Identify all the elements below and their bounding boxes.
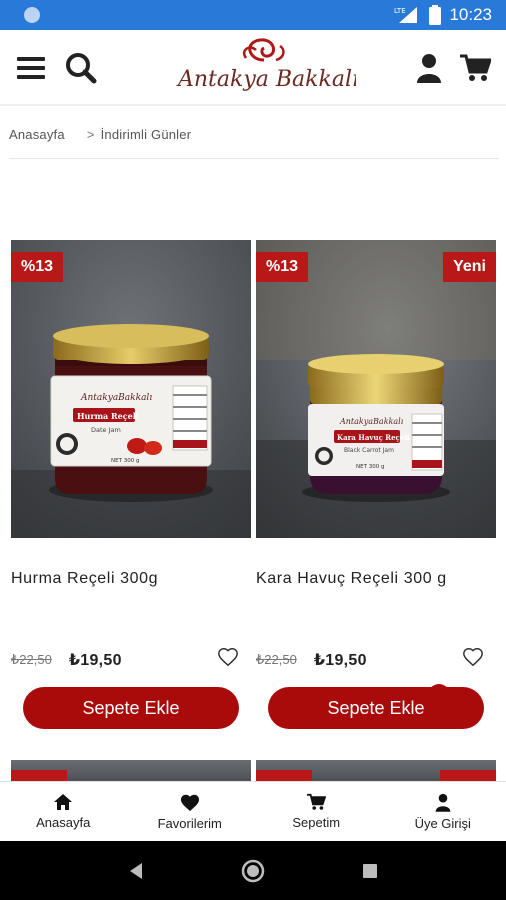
breadcrumb-separator: > (86, 126, 95, 142)
heart-icon[interactable] (462, 646, 484, 668)
search-icon[interactable] (64, 52, 98, 84)
app-header: Antakya Bakkalı (0, 30, 506, 106)
price-row: ₺22,50 ₺19,50 (256, 648, 484, 670)
home-button-icon[interactable] (241, 859, 265, 883)
jar-brand-text: AntakyaBakkalı (80, 393, 152, 403)
jar-weight-text: NET 300 g (111, 458, 139, 464)
discount-badge: %13 (256, 252, 309, 282)
discount-badge: %13 (11, 252, 64, 282)
nav-label: Anasayfa (36, 815, 91, 830)
status-icons: LTE 10:23 (393, 5, 492, 25)
home-icon (54, 794, 73, 810)
breadcrumb-current: İndirimli Günler (100, 126, 192, 142)
price-row: ₺22,50 ₺19,50 (11, 648, 239, 670)
product-image-peek[interactable] (11, 760, 251, 782)
recents-icon[interactable] (362, 863, 378, 879)
cart-icon (307, 793, 327, 810)
nav-label: Sepetim (292, 815, 341, 830)
product-image-peek[interactable] (256, 760, 496, 782)
jar-label-text: Hurma Reçeli (77, 411, 139, 421)
status-time: 10:23 (449, 5, 492, 24)
user-icon (435, 793, 451, 812)
network-type-label: LTE (394, 7, 406, 15)
heart-icon (180, 794, 199, 811)
current-price: ₺19,50 (68, 652, 122, 669)
brand-name: Antakya Bakkalı (176, 67, 356, 92)
product-title[interactable]: Hurma Reçeli 300g (11, 570, 158, 588)
heart-icon[interactable] (217, 646, 239, 668)
breadcrumb-home-link[interactable]: Anasayfa (9, 127, 65, 142)
add-to-cart-button[interactable]: Sepete Ekle (268, 687, 484, 729)
nav-login[interactable]: Üye Girişi (380, 782, 506, 841)
jar-label-text: Kara Havuç Reçeli (337, 433, 410, 442)
product-image[interactable]: AntakyaBakkalı Hurma Reçeli Date Jam NET… (11, 240, 251, 538)
add-to-cart-button[interactable]: Sepete Ekle (23, 687, 239, 729)
battery-icon (429, 5, 442, 25)
back-icon[interactable] (128, 862, 144, 880)
breadcrumb: Anasayfa > İndirimli Günler (0, 110, 506, 158)
nav-home[interactable]: Anasayfa (0, 782, 127, 841)
nav-label: Favorilerim (157, 815, 222, 831)
menu-icon[interactable] (14, 52, 48, 84)
nav-label: Üye Girişi (414, 815, 471, 831)
system-navigation-bar (0, 841, 506, 900)
old-price: ₺22,50 (11, 652, 52, 667)
product-title[interactable]: Kara Havuç Reçeli 300 g (256, 570, 447, 588)
cart-icon[interactable] (458, 52, 492, 84)
nav-favorites[interactable]: Favorilerim (127, 782, 254, 841)
jar-brand-text: AntakyaBakkalı (339, 417, 404, 426)
current-price: ₺19,50 (313, 652, 367, 669)
new-badge: Yeni (443, 252, 496, 282)
jar-sublabel-text: Date Jam (91, 426, 121, 434)
lte-signal-icon: LTE (394, 7, 418, 23)
divider (9, 158, 499, 159)
brand-logo[interactable]: Antakya Bakkalı (176, 36, 359, 98)
product-card: AntakyaBakkalı Kara Havuç Reçeli Black C… (256, 240, 496, 729)
bottom-navigation: Anasayfa Favorilerim Sepetim Üye Girişi (0, 781, 506, 841)
jar-sublabel-text: Black Carrot Jam (344, 447, 394, 454)
floating-indicator (428, 684, 450, 696)
status-bar: LTE 10:23 (0, 0, 506, 30)
product-card: AntakyaBakkalı Hurma Reçeli Date Jam NET… (11, 240, 251, 729)
nav-cart[interactable]: Sepetim (253, 782, 380, 841)
account-icon[interactable] (412, 52, 446, 84)
jar-weight-text: NET 300 g (356, 464, 384, 470)
product-image[interactable]: AntakyaBakkalı Kara Havuç Reçeli Black C… (256, 240, 496, 538)
old-price: ₺22,50 (256, 652, 297, 667)
notification-dot-icon (24, 7, 40, 23)
